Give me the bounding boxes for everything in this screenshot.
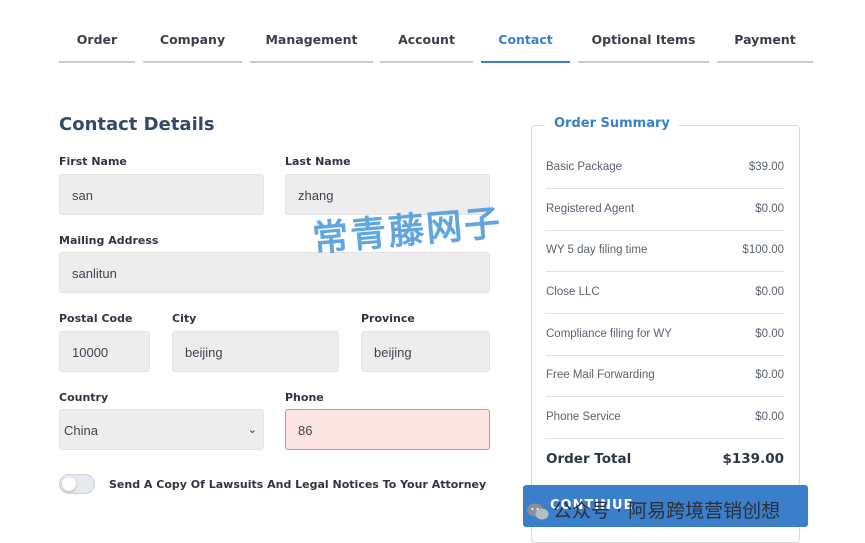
summary-row: Compliance filing for WY $0.00 (546, 314, 784, 356)
mailing-address-label: Mailing Address (59, 234, 159, 247)
summary-item-name: Compliance filing for WY (546, 328, 672, 340)
summary-item-price: $100.00 (742, 244, 784, 256)
tab-company[interactable]: Company (143, 24, 242, 63)
summary-row: Close LLC $0.00 (546, 272, 784, 314)
mailing-address-field[interactable]: sanlitun (59, 252, 490, 293)
phone-field[interactable]: 86 (285, 409, 490, 450)
summary-item-name: Phone Service (546, 411, 621, 423)
province-label: Province (361, 312, 415, 325)
summary-item-name: Basic Package (546, 161, 623, 173)
summary-item-price: $0.00 (755, 203, 784, 215)
summary-item-price: $0.00 (755, 411, 784, 423)
summary-row: Basic Package $39.00 (546, 147, 784, 189)
summary-item-name: Free Mail Forwarding (546, 369, 655, 381)
order-total-value: $139.00 (722, 451, 785, 467)
postal-code-field[interactable]: 10000 (59, 331, 150, 372)
country-value: China (64, 423, 98, 438)
first-name-label: First Name (59, 155, 127, 168)
summary-item-price: $39.00 (748, 161, 784, 173)
toggle-knob (62, 477, 76, 491)
last-name-label: Last Name (285, 155, 351, 168)
city-label: City (172, 312, 197, 325)
tab-management[interactable]: Management (250, 24, 373, 63)
tab-payment[interactable]: Payment (717, 24, 813, 63)
footer-watermark-text: 公众号 · 阿易跨境营销创想 (553, 500, 781, 522)
chevron-down-icon: ⌄ (247, 424, 257, 436)
postal-code-label: Postal Code (59, 312, 133, 325)
tab-order[interactable]: Order (59, 24, 135, 63)
attorney-toggle[interactable] (59, 474, 95, 494)
country-select[interactable]: China ⌄ (59, 409, 264, 450)
order-summary-title: Order Summary (545, 116, 679, 131)
summary-row: WY 5 day filing time $100.00 (546, 230, 784, 272)
wechat-icon (527, 503, 549, 519)
summary-row: Phone Service $0.00 (546, 397, 784, 439)
country-label: Country (59, 391, 109, 404)
tab-optional-items[interactable]: Optional Items (578, 24, 709, 63)
summary-row: Registered Agent $0.00 (546, 189, 784, 231)
phone-label: Phone (285, 391, 324, 404)
summary-item-name: WY 5 day filing time (546, 244, 648, 256)
city-field[interactable]: beijing (172, 331, 339, 372)
attorney-toggle-label: Send A Copy Of Lawsuits And Legal Notice… (109, 478, 487, 491)
summary-row: Free Mail Forwarding $0.00 (546, 355, 784, 397)
footer-watermark: 公众号 · 阿易跨境营销创想 (527, 496, 780, 523)
tab-contact[interactable]: Contact (481, 24, 570, 63)
province-field[interactable]: beijing (361, 331, 490, 372)
summary-item-price: $0.00 (755, 328, 784, 340)
summary-item-price: $0.00 (755, 369, 784, 381)
step-tabs: Order Company Management Account Contact… (0, 24, 865, 64)
summary-item-name: Registered Agent (546, 203, 635, 215)
tab-account[interactable]: Account (380, 24, 473, 63)
summary-item-name: Close LLC (546, 286, 600, 298)
page-title: Contact Details (59, 114, 215, 135)
first-name-field[interactable]: san (59, 174, 264, 215)
order-total-label: Order Total (546, 451, 632, 467)
summary-item-price: $0.00 (755, 286, 784, 298)
